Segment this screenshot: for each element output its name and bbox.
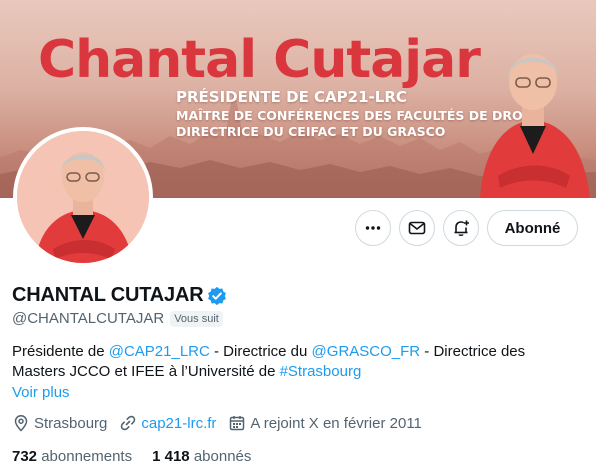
follows-you-badge: Vous suit <box>170 310 223 327</box>
location-item: Strasbourg <box>12 414 107 432</box>
bio-text: - Directrice du <box>209 343 312 360</box>
profile-bio: Présidente de @CAP21_LRC - Directrice du… <box>12 342 572 382</box>
joined-text: A rejoint X en février 2011 <box>250 414 422 432</box>
user-handle: @CHANTALCUTAJAR <box>12 310 165 327</box>
follow-counts: 732 abonnements 1 418 abonnés <box>12 448 271 465</box>
website-item: cap21-lrc.fr <box>119 414 216 432</box>
calendar-icon <box>230 416 245 431</box>
bio-text: Présidente de <box>12 343 109 360</box>
followers-count-link[interactable]: 1 418 abonnés <box>152 448 251 465</box>
bell-plus-icon <box>454 220 469 236</box>
name-row: CHANTAL CUTAJAR <box>12 284 227 307</box>
handle-row: @CHANTALCUTAJAR Vous suit <box>12 310 223 327</box>
followers-count: 1 418 <box>152 448 190 465</box>
notifications-button[interactable] <box>443 210 479 246</box>
location-pin-icon <box>14 415 28 432</box>
banner-subtitle-3: DIRECTRICE DU CEIFAC ET DU GRASCO <box>176 124 446 139</box>
verified-badge-icon[interactable] <box>207 286 227 306</box>
link-icon <box>121 415 136 431</box>
profile-avatar[interactable] <box>13 127 153 267</box>
following-label: abonnements <box>41 448 133 465</box>
banner-subtitle-1: PRÉSIDENTE DE CAP21-LRC <box>176 88 407 106</box>
website-link[interactable]: cap21-lrc.fr <box>141 415 216 432</box>
following-count: 732 <box>12 448 38 465</box>
banner-title: Chantal Cutajar <box>38 30 481 90</box>
bio-hashtag-strasbourg[interactable]: #Strasbourg <box>280 363 362 380</box>
location-text: Strasbourg <box>34 414 108 432</box>
banner-portrait-image <box>480 54 590 198</box>
more-dots-icon <box>365 226 381 230</box>
avatar-portrait-image <box>17 131 149 263</box>
profile-meta: Strasbourg cap21-lrc.fr A rejoint X en f… <box>12 414 434 432</box>
following-count-link[interactable]: 732 abonnements <box>12 448 132 465</box>
more-options-button[interactable] <box>355 210 391 246</box>
see-more-link[interactable]: Voir plus <box>12 384 70 401</box>
bio-mention-cap21[interactable]: @CAP21_LRC <box>109 343 210 360</box>
bio-mention-grasco[interactable]: @GRASCO_FR <box>312 343 421 360</box>
message-button[interactable] <box>399 210 435 246</box>
following-button[interactable]: Abonné <box>487 210 578 246</box>
envelope-icon <box>408 221 426 235</box>
display-name: CHANTAL CUTAJAR <box>12 284 204 306</box>
joined-item: A rejoint X en février 2011 <box>228 414 422 432</box>
followers-label: abonnés <box>193 448 252 465</box>
